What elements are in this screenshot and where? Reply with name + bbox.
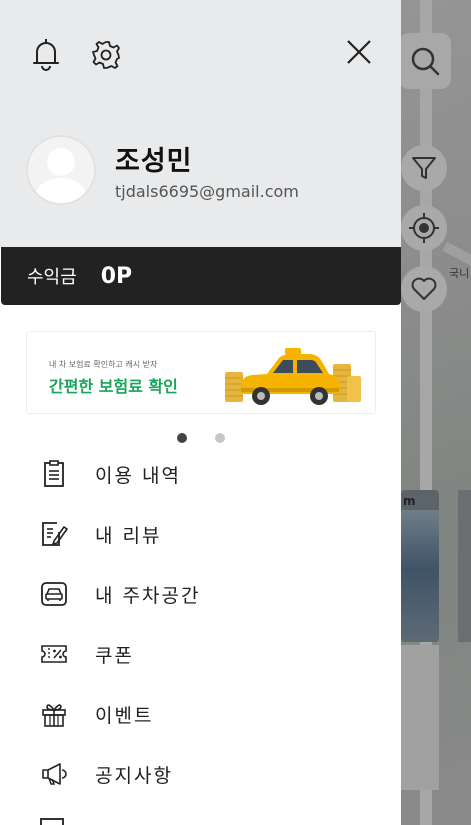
earnings-label: 수익금 [27,267,77,288]
earnings-value: 0P [100,263,133,289]
map-card-text: m [403,494,416,508]
menu-item-label: 쿠폰 [95,644,134,667]
drawer-header: 조성민 tjdals6695@gmail.com [0,0,401,247]
menu-item-partial-icon [40,818,64,825]
menu-item-label: 이용 내역 [95,464,181,487]
coupon-icon [38,638,70,670]
banner-subtitle: 내 차 보험료 확인하고 캐시 받자 [49,360,158,369]
map-bottom-sheet [401,645,439,790]
side-drawer: 조성민 tjdals6695@gmail.com 수익금 0P 내 차 보험료 … [0,0,401,825]
menu-item-label: 이벤트 [95,704,154,727]
crosshair-icon [409,213,439,243]
menu-item-label: 공지사항 [95,764,173,787]
user-avatar-icon [36,148,86,203]
review-icon [38,518,70,550]
map-search-button[interactable] [399,33,451,89]
user-name: 조성민 [115,146,193,177]
map-parking-card[interactable] [458,490,471,642]
search-icon [411,47,440,76]
car-icon [38,578,70,610]
menu-item-history[interactable]: 이용 내역 [0,445,401,503]
megaphone-icon [38,758,70,790]
close-icon [347,40,371,64]
settings-button[interactable] [87,36,125,74]
map-parking-card[interactable]: m [401,490,439,642]
parking-photo [401,510,439,642]
close-drawer-button[interactable] [340,33,378,71]
pagination-dot-active[interactable] [177,433,187,443]
menu-item-coupon[interactable]: 쿠폰 [0,625,401,683]
menu-item-reviews[interactable]: 내 리뷰 [0,505,401,563]
gift-icon [38,698,70,730]
map-location-button[interactable] [401,205,447,251]
promo-banner[interactable]: 내 차 보험료 확인하고 캐시 받자 간편한 보험료 확인 [26,331,376,414]
menu-item-label: 내 주차공간 [95,584,201,607]
menu-item-label: 내 리뷰 [95,524,162,547]
user-email: tjdals6695@gmail.com [115,182,299,201]
map-favorite-button[interactable] [401,266,447,312]
menu-item-event[interactable]: 이벤트 [0,685,401,743]
menu-item-notice[interactable]: 공지사항 [0,745,401,803]
receipt-icon [38,458,70,490]
banner-title: 간편한 보험료 확인 [49,377,178,396]
filter-icon [412,157,436,179]
map-filter-button[interactable] [401,145,447,191]
menu-item-parking-space[interactable]: 내 주차공간 [0,565,401,623]
taxi-illustration [225,348,361,405]
avatar[interactable] [26,135,96,205]
bell-icon [33,39,59,71]
gear-icon [92,41,120,69]
banner-pagination [0,431,401,445]
map-place-label: 국니 [449,267,470,280]
earnings-bar[interactable]: 수익금 0P [1,247,401,305]
heart-icon [411,277,437,300]
notification-button[interactable] [28,36,64,72]
pagination-dot[interactable] [215,433,225,443]
